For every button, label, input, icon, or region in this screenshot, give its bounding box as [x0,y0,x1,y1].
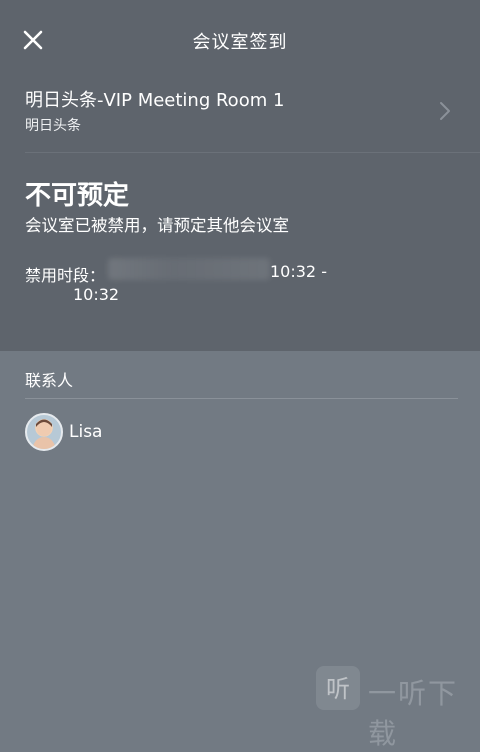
watermark-logo: 听 一听下载 [316,666,480,750]
status-title: 不可预定 [25,181,130,211]
contact-item[interactable]: Lisa [25,413,325,451]
room-name: 明日头条-VIP Meeting Room 1 [25,90,285,111]
svg-text:听: 听 [326,675,350,703]
divider [25,398,458,399]
watermark-text: 一听下载 [368,677,459,750]
ban-period-start: 10:32 - [270,262,327,281]
ban-period-label: 禁用时段： [25,266,106,285]
room-detail-row[interactable]: 明日头条-VIP Meeting Room 1 明日头条 [0,78,480,152]
status-description: 会议室已被禁用，请预定其他会议室 [25,216,289,235]
chevron-right-icon [436,101,454,121]
watermark-icon: 听 [316,666,360,710]
room-subtitle: 明日头条 [25,118,81,134]
redacted-date [108,258,270,280]
room-info-panel: 会议室签到 明日头条-VIP Meeting Room 1 明日头条 不可预定 … [0,0,480,351]
contact-name: Lisa [69,422,103,442]
divider [25,152,480,153]
page-title: 会议室签到 [192,32,288,53]
ban-period-end: 10:32 [73,285,120,304]
contacts-label: 联系人 [25,371,74,390]
avatar [25,413,63,451]
header-bar: 会议室签到 [0,0,480,78]
